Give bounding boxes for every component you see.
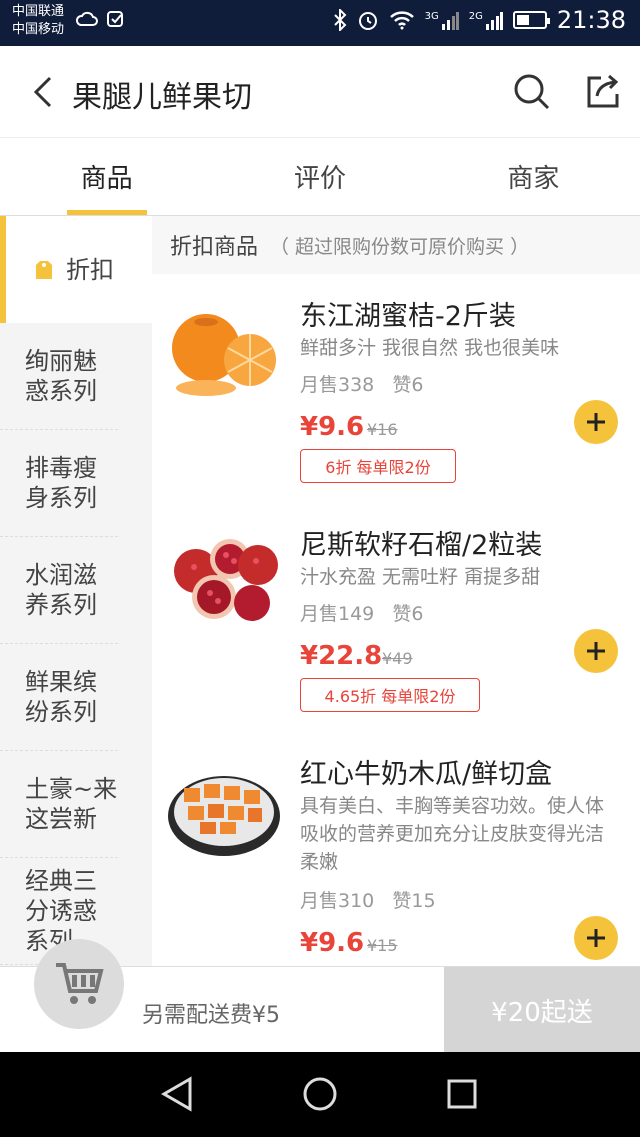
product-promo-badge: 6折 每单限2份 [300, 449, 456, 483]
alarm-icon [358, 12, 377, 30]
nav-home-icon[interactable] [302, 1076, 338, 1112]
add-to-cart-button[interactable] [574, 629, 618, 673]
cart-bar: 另需配送费¥5 ¥20起送 [0, 939, 640, 1053]
product-name: 东江湖蜜桔-2斤装 [300, 301, 516, 332]
search-icon[interactable] [512, 72, 552, 112]
product-price: ¥9.6 [300, 412, 365, 442]
product-item[interactable]: 东江湖蜜桔-2斤装 鲜甜多汁 我很自然 我也很美味 月售338 赞6 ¥9.6 … [152, 274, 640, 503]
product-sales: 月售149 [300, 603, 375, 625]
sync-icon [107, 11, 123, 27]
sidebar-item-discount[interactable]: 折扣 [0, 216, 152, 323]
bluetooth-icon [333, 9, 346, 31]
product-likes: 赞15 [392, 890, 436, 912]
tab-bar: 商品 评价 商家 [0, 138, 640, 216]
tab-underline [66, 210, 147, 215]
nav-back-icon[interactable] [160, 1076, 194, 1112]
add-to-cart-button[interactable] [574, 916, 618, 960]
product-original-price: ¥16 [367, 420, 398, 439]
shopping-cart-icon [56, 963, 104, 1004]
section-title: 折扣商品 [170, 235, 259, 260]
network-3g-label: 3G [424, 11, 439, 22]
product-image-orange [172, 314, 276, 396]
product-image-papaya [168, 776, 280, 856]
carrier-info: 中国联通 中国移动 [12, 3, 64, 39]
signal-icon [441, 12, 459, 30]
plus-icon [587, 929, 605, 947]
sidebar-item-moisture[interactable]: 水润滋养系列 [0, 537, 118, 644]
min-order-button[interactable]: ¥20起送 [444, 967, 640, 1053]
tab-merchant[interactable]: 商家 [427, 138, 640, 215]
sidebar-item-premium[interactable]: 土豪~来这尝新 [0, 751, 118, 858]
product-likes: 赞6 [392, 603, 424, 625]
delivery-fee-text: 另需配送费¥5 [142, 1003, 280, 1028]
sidebar-item-label: 绚丽魅惑系列 [25, 347, 97, 405]
tab-reviews[interactable]: 评价 [213, 138, 426, 215]
carrier-1: 中国联通 [12, 4, 65, 19]
nav-recent-apps-icon[interactable] [446, 1078, 478, 1110]
wifi-icon [389, 11, 414, 30]
plus-icon [587, 413, 605, 431]
tab-products[interactable]: 商品 [0, 138, 213, 215]
signal-icon [485, 12, 503, 30]
sidebar-item-label: 鲜果缤纷系列 [25, 668, 97, 726]
status-bar: 中国联通 中国移动 3G 2G 21:38 [0, 0, 640, 46]
sidebar-item-label: 排毒瘦身系列 [25, 454, 97, 512]
product-likes: 赞6 [392, 374, 424, 396]
product-price: ¥22.8 [300, 641, 383, 671]
sidebar-item-label: 折扣 [66, 255, 114, 284]
sidebar-item-label: 土豪~来这尝新 [25, 775, 118, 833]
back-arrow-icon[interactable] [28, 74, 58, 110]
battery-icon [512, 11, 550, 29]
tab-label: 商家 [507, 164, 560, 194]
product-sales: 月售338 [300, 374, 375, 396]
product-item[interactable]: 尼斯软籽石榴/2粒装 汁水充盈 无需吐籽 甭提多甜 月售149 赞6 ¥22.8… [152, 503, 640, 732]
product-list: 折扣商品 （ 超过限购份数可原价购买 ） 东江湖蜜桔-2斤装 鲜甜多汁 我很自然… [152, 216, 640, 966]
product-original-price: ¥49 [382, 649, 413, 668]
section-note: （ 超过限购份数可原价购买 ） [270, 235, 530, 258]
product-promo-badge: 4.65折 每单限2份 [300, 678, 480, 712]
tag-icon [36, 260, 52, 279]
plus-icon [587, 642, 605, 660]
cart-button[interactable] [34, 939, 124, 1029]
page-title: 果腿儿鲜果切 [72, 80, 252, 115]
product-name: 尼斯软籽石榴/2粒装 [300, 530, 543, 561]
product-item[interactable]: 红心牛奶木瓜/鲜切盒 具有美白、丰胸等美容功效。使人体吸收的营养更加充分让皮肤变… [152, 732, 640, 966]
tab-label: 评价 [293, 164, 346, 194]
sidebar-item-detox[interactable]: 排毒瘦身系列 [0, 430, 118, 537]
status-time: 21:38 [556, 6, 626, 34]
system-nav-bar [0, 1052, 640, 1137]
add-to-cart-button[interactable] [574, 400, 618, 444]
share-icon[interactable] [583, 72, 623, 112]
product-desc: 汁水充盈 无需吐籽 甭提多甜 [300, 566, 541, 588]
section-header: 折扣商品 （ 超过限购份数可原价购买 ） [152, 216, 640, 274]
product-image-pomegranate [174, 539, 278, 621]
tab-label: 商品 [80, 164, 133, 194]
sidebar-item-gorgeous[interactable]: 绚丽魅惑系列 [0, 323, 118, 430]
sidebar-item-label: 水润滋养系列 [25, 561, 97, 619]
product-price: ¥9.6 [300, 928, 365, 958]
category-sidebar: 折扣 绚丽魅惑系列 排毒瘦身系列 水润滋养系列 鲜果缤纷系列 土豪~来这尝新 经… [0, 216, 152, 966]
product-sales: 月售310 [300, 890, 375, 912]
carrier-2: 中国移动 [12, 22, 65, 37]
product-name: 红心牛奶木瓜/鲜切盒 [300, 759, 553, 790]
network-2g-label: 2G [468, 11, 483, 22]
product-desc: 具有美白、丰胸等美容功效。使人体吸收的营养更加充分让皮肤变得光洁柔嫩 [300, 795, 605, 873]
cloud-icon [76, 11, 98, 26]
sidebar-item-fresh[interactable]: 鲜果缤纷系列 [0, 644, 118, 751]
app-header: 果腿儿鲜果切 [0, 46, 640, 138]
product-original-price: ¥15 [367, 936, 398, 955]
product-desc: 鲜甜多汁 我很自然 我也很美味 [300, 337, 560, 359]
